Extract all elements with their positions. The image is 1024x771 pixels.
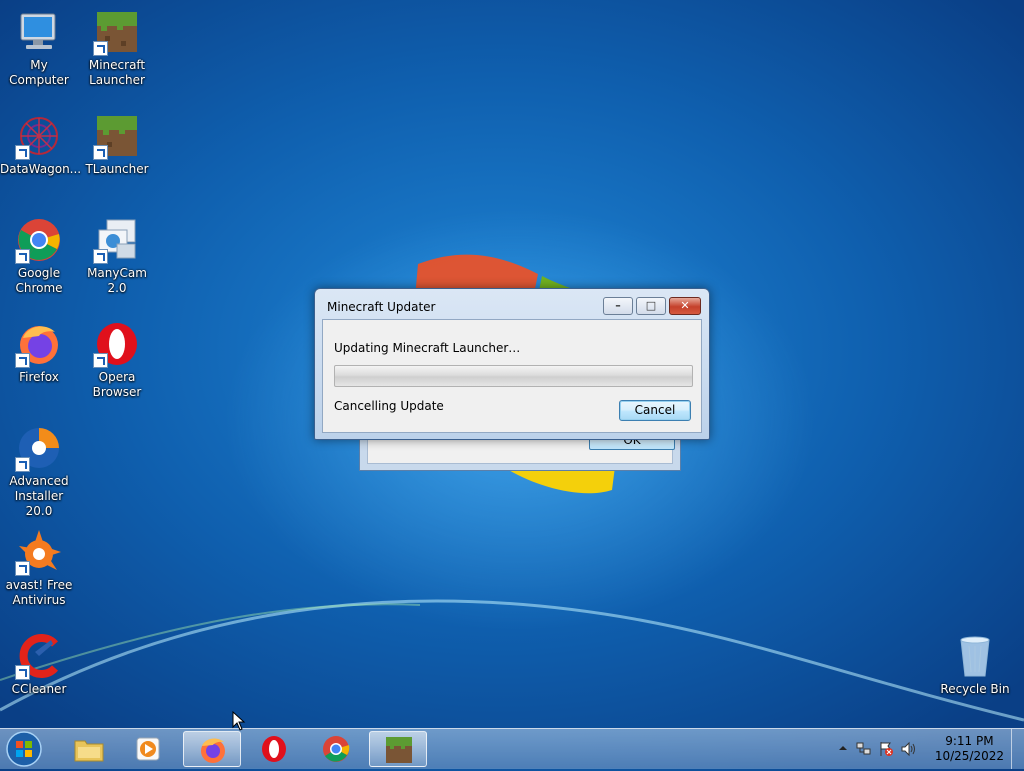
mouse-cursor-icon bbox=[232, 711, 246, 731]
shortcut-arrow-icon bbox=[93, 145, 108, 160]
minimize-button[interactable]: – bbox=[603, 297, 633, 315]
windows-start-orb-icon bbox=[6, 731, 42, 767]
desktop-icon-label: ManyCam 2.0 bbox=[87, 266, 147, 295]
chrome-icon bbox=[323, 736, 350, 762]
shortcut-arrow-icon bbox=[15, 457, 30, 472]
action-center-flag-icon[interactable] bbox=[878, 741, 894, 760]
clock-time: 9:11 PM bbox=[945, 734, 994, 748]
taskbar-firefox-button[interactable] bbox=[183, 731, 241, 767]
minecraft-updater-dialog: Minecraft Updater – □ ✕ Updating Minecra… bbox=[314, 288, 710, 440]
clock-date: 10/25/2022 bbox=[934, 749, 1004, 763]
show-desktop-button[interactable] bbox=[1011, 729, 1024, 769]
desktop-icon-minecraft-launcher[interactable]: Minecraft Launcher bbox=[78, 8, 156, 88]
close-icon: ✕ bbox=[680, 299, 690, 312]
maximize-icon: □ bbox=[645, 299, 657, 312]
desktop-icon-avast[interactable]: avast! Free Antivirus bbox=[0, 528, 78, 608]
taskbar-media-player-button[interactable] bbox=[120, 731, 178, 767]
taskbar: 9:11 PM 10/25/2022 bbox=[0, 728, 1024, 769]
desktop-icon-ccleaner[interactable]: CCleaner bbox=[0, 632, 78, 697]
shortcut-arrow-icon bbox=[93, 41, 108, 56]
dialog-body: Updating Minecraft Launcher… Cancelling … bbox=[322, 319, 702, 433]
update-message: Updating Minecraft Launcher… bbox=[334, 341, 521, 355]
show-hidden-icons-button[interactable] bbox=[838, 741, 848, 758]
desktop-icon-datawagon[interactable]: DataWagon... bbox=[0, 112, 82, 177]
desktop-icon-advanced-installer[interactable]: Advanced Installer 20.0 bbox=[0, 424, 78, 519]
cancel-button[interactable]: Cancel bbox=[619, 400, 691, 421]
progress-bar bbox=[334, 365, 693, 387]
shortcut-arrow-icon bbox=[15, 665, 30, 680]
desktop-icon-label: Advanced Installer 20.0 bbox=[9, 474, 69, 518]
desktop-icon-label: Opera Browser bbox=[92, 370, 142, 399]
close-button[interactable]: ✕ bbox=[669, 297, 701, 315]
shortcut-arrow-icon bbox=[15, 145, 30, 160]
shortcut-arrow-icon bbox=[93, 353, 108, 368]
update-status: Cancelling Update bbox=[334, 399, 444, 413]
folder-icon bbox=[74, 740, 104, 762]
wallpaper-swoosh bbox=[0, 599, 1024, 722]
clock[interactable]: 9:11 PM 10/25/2022 bbox=[935, 734, 1004, 764]
window-controls: – □ ✕ bbox=[600, 297, 701, 315]
desktop-icon-label: avast! Free Antivirus bbox=[5, 578, 73, 607]
desktop-icon-label: CCleaner bbox=[11, 682, 67, 696]
shortcut-arrow-icon bbox=[15, 561, 30, 576]
shortcut-arrow-icon bbox=[15, 353, 30, 368]
desktop-icon-label: Google Chrome bbox=[15, 266, 63, 295]
desktop-icon-label: TLauncher bbox=[85, 162, 149, 176]
desktop-icon-tlauncher[interactable]: TLauncher bbox=[78, 112, 156, 177]
opera-icon bbox=[262, 736, 286, 762]
desktop-icon-label: Minecraft Launcher bbox=[88, 58, 146, 87]
recycle-bin-icon bbox=[960, 636, 990, 677]
desktop-icon-my-computer[interactable]: My Computer bbox=[0, 8, 78, 88]
minimize-icon: – bbox=[615, 299, 621, 312]
shortcut-arrow-icon bbox=[15, 249, 30, 264]
firefox-icon bbox=[201, 738, 225, 763]
desktop-icon-manycam[interactable]: ManyCam 2.0 bbox=[78, 216, 156, 296]
desktop-icon-label: DataWagon... bbox=[0, 162, 82, 176]
volume-icon[interactable] bbox=[900, 741, 916, 760]
maximize-button[interactable]: □ bbox=[636, 297, 666, 315]
desktop-icon-google-chrome[interactable]: Google Chrome bbox=[0, 216, 78, 296]
desktop-icon-recycle-bin[interactable]: Recycle Bin bbox=[936, 632, 1014, 697]
system-tray: 9:11 PM 10/25/2022 bbox=[834, 729, 1024, 769]
taskbar-minecraft-button[interactable] bbox=[369, 731, 427, 767]
desktop-icon-label: Recycle Bin bbox=[940, 682, 1010, 696]
network-icon[interactable] bbox=[856, 741, 872, 760]
shortcut-arrow-icon bbox=[93, 249, 108, 264]
taskbar-opera-button[interactable] bbox=[245, 731, 303, 767]
minecraft-icon bbox=[386, 737, 412, 763]
taskbar-chrome-button[interactable] bbox=[307, 731, 365, 767]
media-player-icon bbox=[136, 737, 160, 761]
dialog-title: Minecraft Updater bbox=[327, 300, 436, 314]
my-computer-icon bbox=[20, 13, 56, 49]
desktop-icon-label: My Computer bbox=[9, 58, 69, 87]
desktop-icon-opera[interactable]: Opera Browser bbox=[78, 320, 156, 400]
start-button[interactable] bbox=[4, 730, 48, 768]
desktop-icon-firefox[interactable]: Firefox bbox=[0, 320, 78, 385]
chevron-up-icon bbox=[839, 746, 847, 750]
desktop-icon-label: Firefox bbox=[19, 370, 59, 384]
taskbar-explorer-button[interactable] bbox=[60, 731, 118, 767]
